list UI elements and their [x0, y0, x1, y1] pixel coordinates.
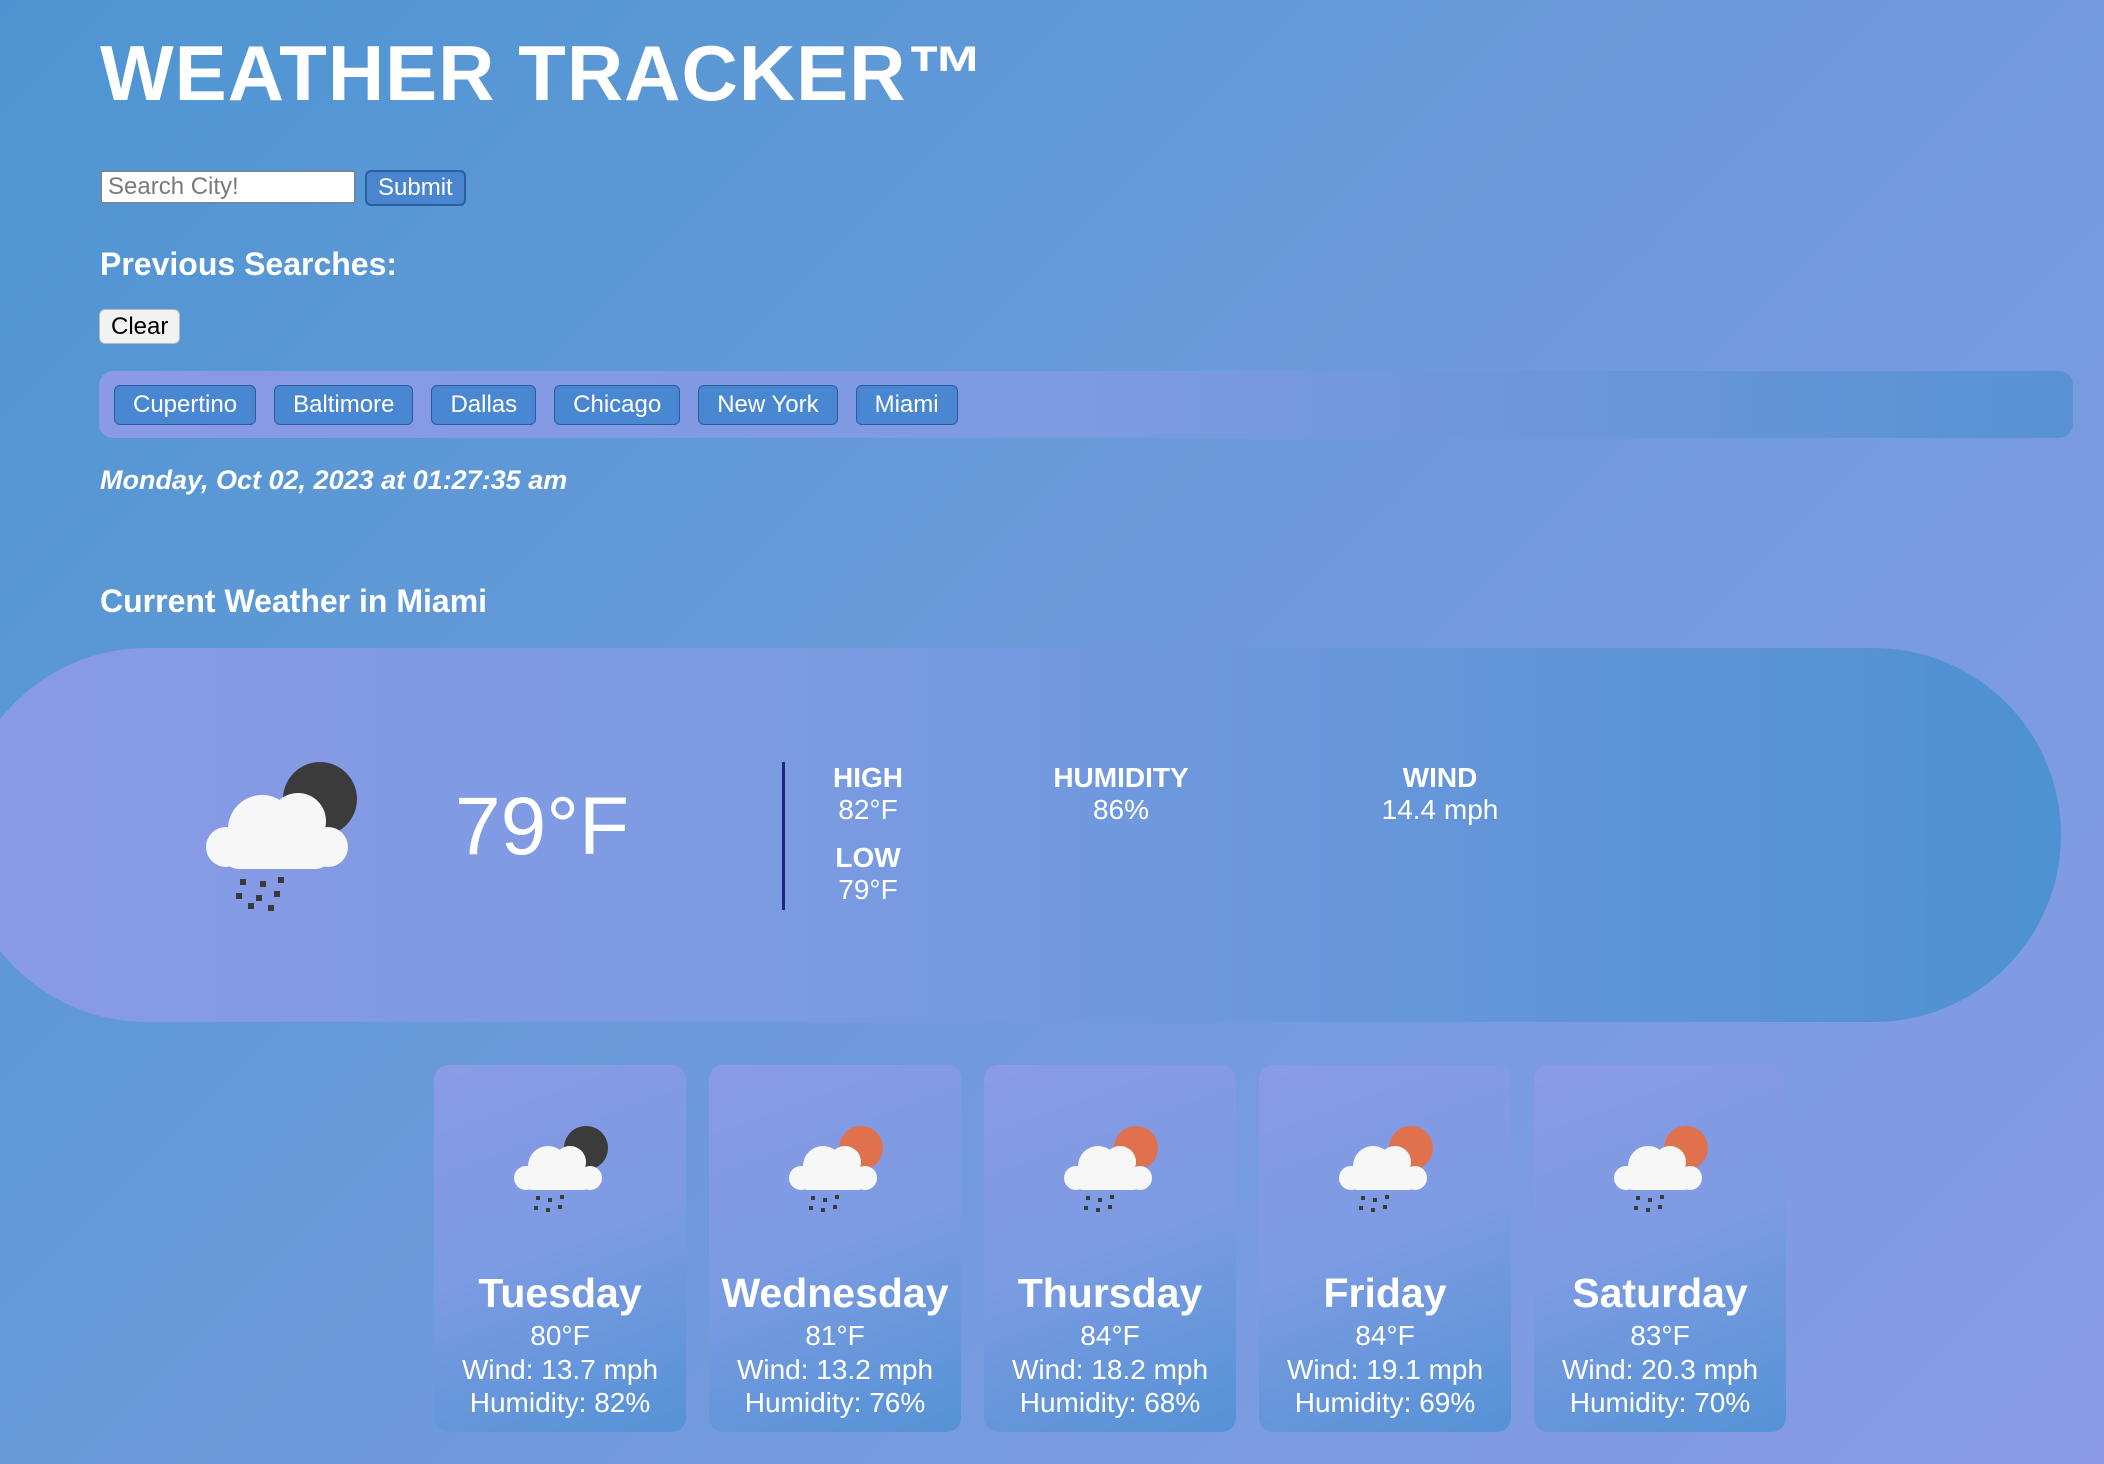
forecast-humidity: Humidity: 70% — [1569, 1387, 1751, 1418]
search-history-bar: Cupertino Baltimore Dallas Chicago New Y… — [99, 371, 2073, 438]
forecast-day: Tuesday — [478, 1270, 642, 1316]
humidity-value: 86% — [1092, 794, 1150, 826]
high-stat: HIGH 82°F — [768, 762, 968, 826]
clear-button[interactable]: Clear — [99, 309, 181, 344]
history-city-button[interactable]: Chicago — [554, 385, 681, 425]
humidity-label: HUMIDITY — [1053, 762, 1189, 793]
rain-cloud-sun-icon — [785, 1122, 885, 1217]
weather-app: WEATHER TRACKER™ Submit Previous Searche… — [0, 0, 2104, 1464]
forecast-humidity: Humidity: 68% — [1019, 1387, 1201, 1418]
wind-value: 14.4 mph — [1381, 794, 1499, 826]
wind-stat: WIND 14.4 mph — [1340, 762, 1540, 826]
forecast-humidity: Humidity: 76% — [744, 1387, 926, 1418]
forecast-wind: Wind: 19.1 mph — [1286, 1354, 1484, 1385]
history-city-button[interactable]: Cupertino — [114, 385, 257, 425]
forecast-wind: Wind: 20.3 mph — [1561, 1354, 1759, 1385]
rain-cloud-moon-icon — [202, 761, 372, 911]
forecast-card: Wednesday 81°F Wind: 13.2 mph Humidity: … — [709, 1065, 961, 1432]
forecast-day: Wednesday — [721, 1270, 949, 1316]
forecast-wind: Wind: 13.2 mph — [736, 1354, 934, 1385]
forecast-card: Friday 84°F Wind: 19.1 mph Humidity: 69% — [1259, 1065, 1511, 1432]
history-city-button[interactable]: New York — [698, 385, 838, 425]
search-row: Submit — [100, 170, 466, 206]
forecast-wind: Wind: 18.2 mph — [1011, 1354, 1209, 1385]
low-stat: LOW 79°F — [768, 842, 968, 906]
low-value: 79°F — [838, 874, 898, 906]
forecast-card: Saturday 83°F Wind: 20.3 mph Humidity: 7… — [1534, 1065, 1786, 1432]
forecast-day: Saturday — [1572, 1270, 1748, 1316]
current-weather-heading: Current Weather in Miami — [100, 583, 488, 619]
high-label: HIGH — [833, 762, 903, 793]
forecast-temp: 80°F — [530, 1320, 590, 1351]
forecast-temp: 84°F — [1355, 1320, 1415, 1351]
forecast-day: Friday — [1323, 1270, 1447, 1316]
forecast-wind: Wind: 13.7 mph — [461, 1354, 659, 1385]
rain-cloud-sun-icon — [1060, 1122, 1160, 1217]
forecast-day: Thursday — [1017, 1270, 1203, 1316]
current-datetime: Monday, Oct 02, 2023 at 01:27:35 am — [100, 465, 568, 495]
previous-searches-heading: Previous Searches: — [100, 246, 398, 282]
rain-cloud-sun-icon — [1335, 1122, 1435, 1217]
humidity-stat: HUMIDITY 86% — [1021, 762, 1221, 826]
history-city-button[interactable]: Miami — [855, 385, 958, 425]
high-value: 82°F — [838, 794, 898, 826]
app-title: WEATHER TRACKER™ — [100, 29, 986, 117]
history-city-button[interactable]: Baltimore — [274, 385, 414, 425]
forecast-temp: 81°F — [805, 1320, 865, 1351]
forecast-temp: 84°F — [1080, 1320, 1140, 1351]
low-label: LOW — [835, 842, 901, 873]
submit-button[interactable]: Submit — [365, 170, 466, 206]
current-weather-card: 79°F HIGH 82°F LOW 79°F HUMIDITY 86% WIN… — [0, 648, 2061, 1022]
history-city-button[interactable]: Dallas — [431, 385, 537, 425]
forecast-temp: 83°F — [1630, 1320, 1690, 1351]
wind-label: WIND — [1402, 762, 1478, 793]
forecast-card: Tuesday 80°F Wind: 13.7 mph Humidity: 82… — [434, 1065, 686, 1432]
five-day-forecast: Tuesday 80°F Wind: 13.7 mph Humidity: 82… — [434, 1065, 1786, 1432]
rain-cloud-moon-icon — [510, 1122, 610, 1217]
current-temperature: 79°F — [455, 781, 630, 872]
forecast-humidity: Humidity: 69% — [1294, 1387, 1476, 1418]
forecast-card: Thursday 84°F Wind: 18.2 mph Humidity: 6… — [984, 1065, 1236, 1432]
search-input[interactable] — [100, 170, 356, 204]
rain-cloud-sun-icon — [1610, 1122, 1710, 1217]
forecast-humidity: Humidity: 82% — [469, 1387, 651, 1418]
